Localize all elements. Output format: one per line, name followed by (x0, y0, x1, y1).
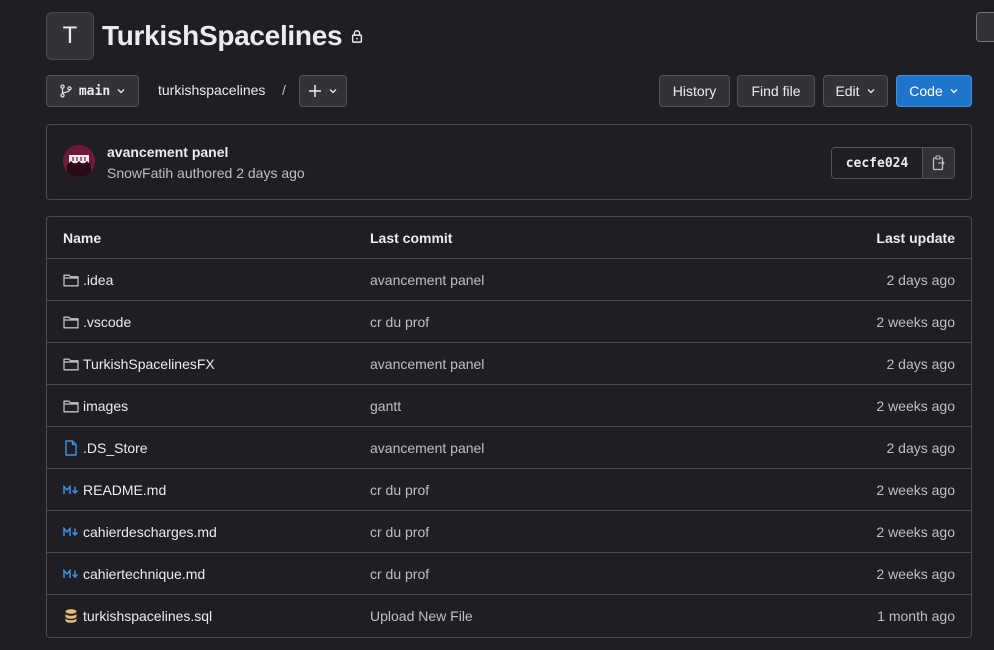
file-name-link[interactable]: images (83, 398, 128, 414)
file-name-cell: .vscode (63, 314, 131, 330)
chevron-down-icon (866, 86, 876, 96)
file-commit-link[interactable]: Upload New File (370, 608, 473, 624)
header-last-update: Last update (876, 229, 955, 246)
table-header: Name Last commit Last update (47, 217, 971, 259)
file-updated: 2 weeks ago (876, 313, 955, 330)
commit-sha-group: cecfe024 (831, 147, 955, 179)
database-icon (63, 608, 79, 624)
table-row[interactable]: turkishspacelines.sql Upload New File 1 mo… (47, 595, 971, 637)
notification-button[interactable] (976, 12, 994, 42)
table-row[interactable]: images gantt 2 weeks ago (47, 385, 971, 427)
file-name-cell: turkishspacelines.sql (63, 608, 212, 624)
markdown-icon (63, 524, 79, 540)
file-commit-link[interactable]: cr du prof (370, 566, 429, 582)
file-name-link[interactable]: README.md (83, 482, 166, 498)
commit-sha[interactable]: cecfe024 (832, 148, 922, 178)
table-row[interactable]: .DS_Store avancement panel 2 days ago (47, 427, 971, 469)
file-updated: 2 days ago (886, 355, 956, 372)
file-commit-link[interactable]: avancement panel (370, 356, 484, 372)
file-name-link[interactable]: cahiertechnique.md (83, 566, 205, 582)
history-button[interactable]: History (659, 75, 730, 107)
chevron-down-icon (328, 86, 338, 96)
file-name-link[interactable]: cahierdescharges.md (83, 524, 217, 540)
file-name-cell: images (63, 398, 128, 414)
project-avatar[interactable]: T (46, 12, 94, 60)
last-commit-panel: avancement panel SnowFatih authored 2 da… (46, 124, 972, 200)
file-name-cell: TurkishSpacelinesFX (63, 356, 215, 372)
file-updated: 2 days ago (886, 271, 956, 288)
table-row[interactable]: cahierdescharges.md cr du prof 2 weeks ago (47, 511, 971, 553)
lock-icon (350, 29, 364, 43)
file-commit-link[interactable]: avancement panel (370, 272, 484, 288)
code-button[interactable]: Code (896, 75, 972, 107)
add-button[interactable] (299, 75, 347, 107)
branch-selector[interactable]: main (46, 75, 139, 107)
file-name-cell: cahierdescharges.md (63, 524, 217, 540)
copy-sha-button[interactable] (922, 148, 954, 178)
copy-icon (932, 155, 946, 171)
file-name-cell: .idea (63, 272, 113, 288)
folder-icon (63, 314, 79, 330)
file-icon (63, 439, 79, 456)
folder-icon (63, 356, 79, 372)
file-commit-link[interactable]: cr du prof (370, 482, 429, 498)
edit-button[interactable]: Edit (823, 75, 888, 107)
file-name-link[interactable]: .vscode (83, 314, 131, 330)
commit-time: 2 days ago (236, 165, 305, 181)
file-name-cell: README.md (63, 482, 166, 498)
header-name: Name (63, 229, 102, 246)
edit-label: Edit (835, 83, 860, 99)
commit-title[interactable]: avancement panel (107, 144, 228, 160)
chevron-down-icon (949, 86, 959, 96)
file-commit-link[interactable]: cr du prof (370, 314, 429, 330)
folder-icon (63, 272, 79, 288)
repo-toolbar: main turkishspacelines / History Find fi… (46, 75, 972, 107)
folder-icon (63, 398, 79, 414)
file-updated: 2 weeks ago (876, 481, 955, 498)
table-row[interactable]: cahiertechnique.md cr du prof 2 weeks ago (47, 553, 971, 595)
commit-meta: SnowFatih authored 2 days ago (107, 165, 305, 181)
chevron-down-icon (116, 86, 126, 96)
file-commit-link[interactable]: cr du prof (370, 524, 429, 540)
file-commit-link[interactable]: gantt (370, 398, 401, 414)
file-name-link[interactable]: .DS_Store (83, 440, 148, 456)
file-table: Name Last commit Last update .idea avance… (46, 216, 972, 638)
file-name-cell: .DS_Store (63, 440, 148, 456)
file-updated: 2 weeks ago (876, 565, 955, 582)
file-name-link[interactable]: .idea (83, 272, 113, 288)
table-row[interactable]: .vscode cr du prof 2 weeks ago (47, 301, 971, 343)
file-updated: 2 weeks ago (876, 397, 955, 414)
project-title: TurkishSpacelines (102, 20, 343, 51)
commit-author[interactable]: SnowFatih (107, 165, 173, 181)
header-last-commit: Last commit (370, 229, 453, 246)
avatar[interactable] (63, 145, 95, 177)
project-header: T TurkishSpacelines (46, 12, 364, 60)
breadcrumb-separator: / (282, 82, 286, 98)
file-updated: 1 month ago (877, 608, 955, 624)
markdown-icon (63, 482, 79, 498)
find-file-button[interactable]: Find file (737, 75, 815, 107)
file-updated: 2 weeks ago (876, 523, 955, 540)
file-name-cell: cahiertechnique.md (63, 566, 205, 582)
plus-icon (308, 84, 322, 98)
file-name-link[interactable]: TurkishSpacelinesFX (83, 356, 215, 372)
branch-name: main (78, 83, 111, 99)
breadcrumb[interactable]: turkishspacelines (158, 82, 265, 98)
table-row[interactable]: TurkishSpacelinesFX avancement panel 2 day… (47, 343, 971, 385)
file-updated: 2 days ago (886, 439, 956, 456)
code-label: Code (909, 83, 943, 99)
markdown-icon (63, 566, 79, 582)
commit-action: authored (177, 165, 233, 181)
file-commit-link[interactable]: avancement panel (370, 440, 484, 456)
table-row[interactable]: README.md cr du prof 2 weeks ago (47, 469, 971, 511)
file-name-link[interactable]: turkishspacelines.sql (83, 608, 212, 624)
branch-icon (59, 84, 73, 98)
table-row[interactable]: .idea avancement panel 2 days ago (47, 259, 971, 301)
